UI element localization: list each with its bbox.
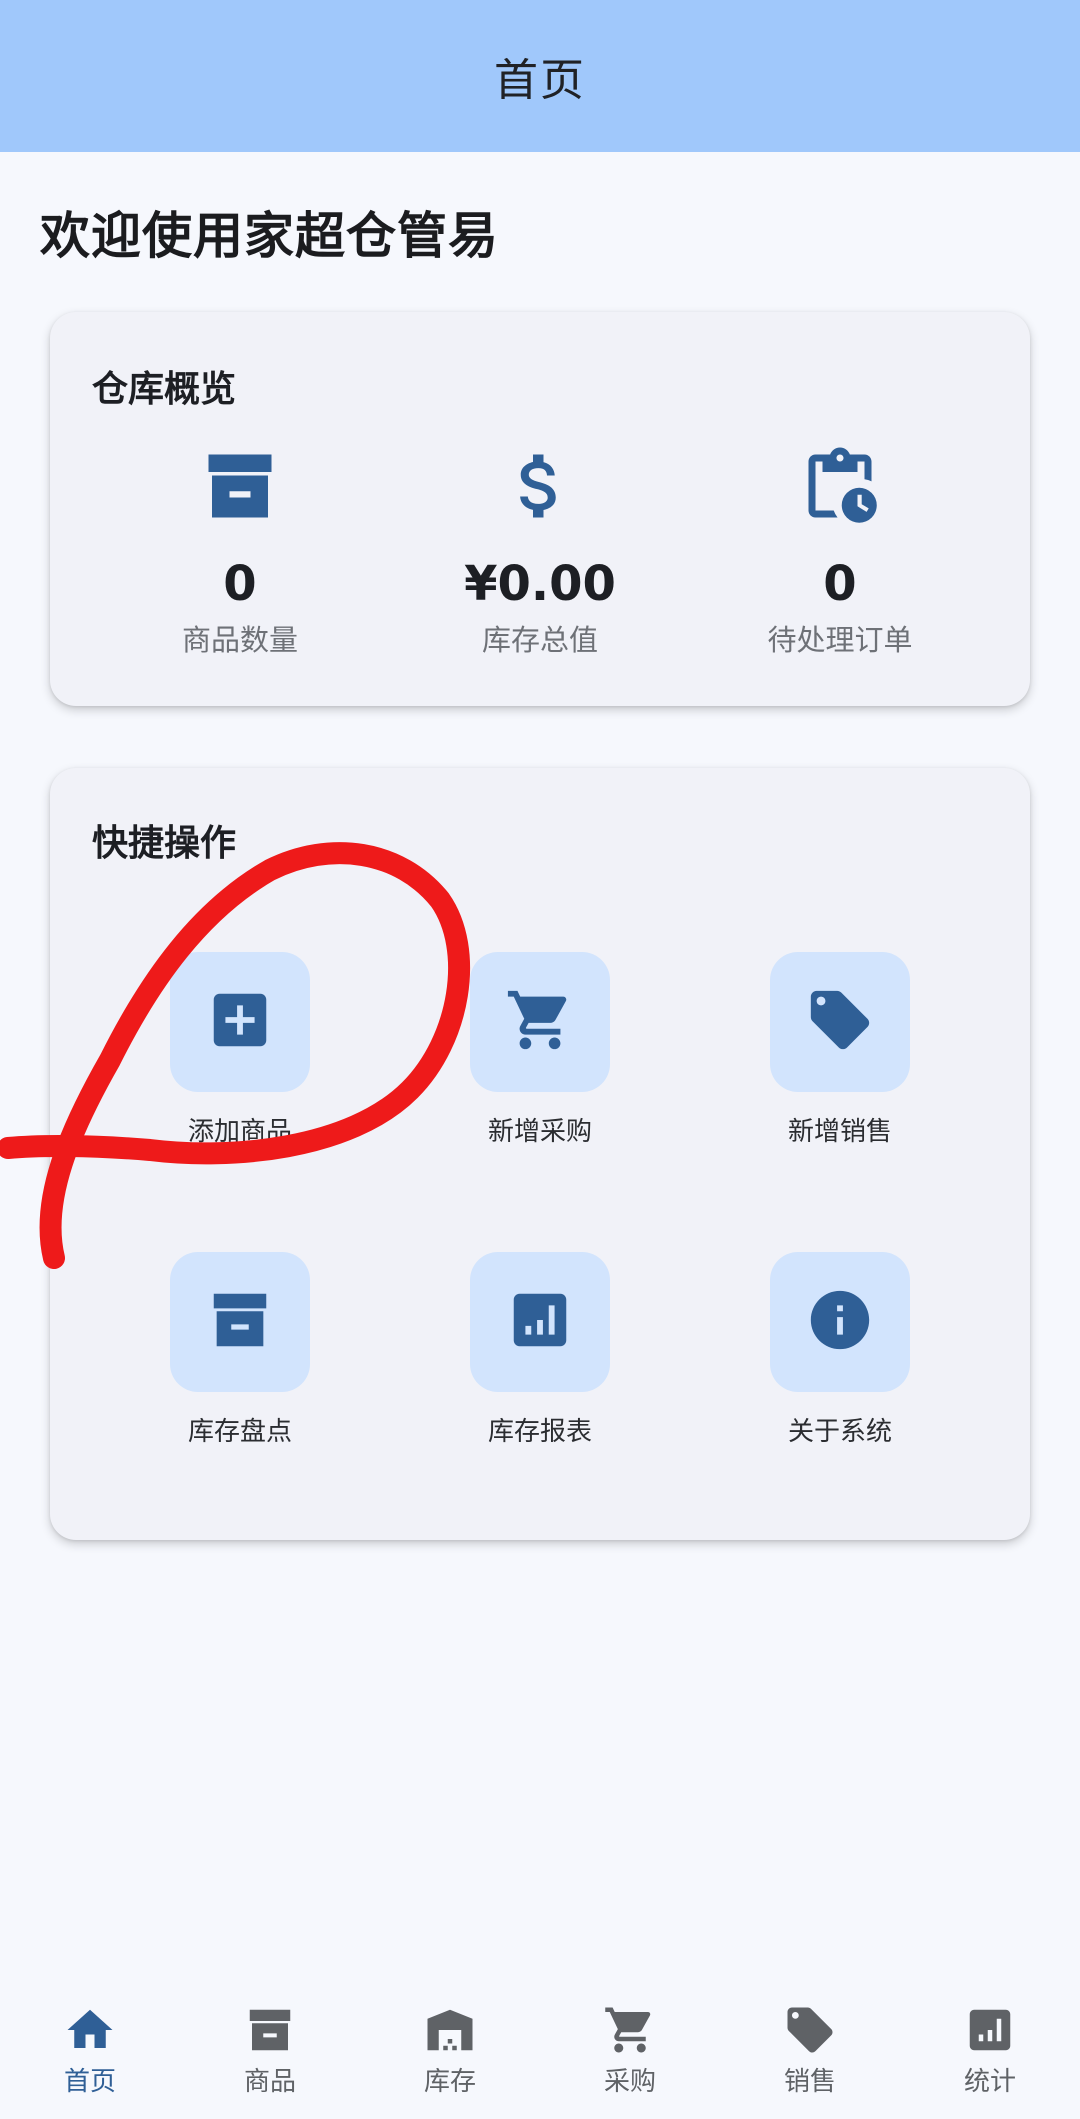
home-screen: 首页 欢迎使用家超仓管易 仓库概览 0 商品数量 ¥0.00 库存总值 0 待处… [0,0,1080,2119]
welcome-heading: 欢迎使用家超仓管易 [40,207,499,265]
inventory-box-icon [205,1285,275,1359]
bar-chart-icon [962,2002,1018,2058]
nav-label: 采购 [603,2067,656,2097]
action-tile[interactable] [170,1252,310,1392]
new-sale-button[interactable]: 新增销售 [690,952,990,1148]
bar-chart-icon [505,1285,575,1359]
nav-item-purchase[interactable]: 采购 [540,2002,720,2098]
action-label: 库存报表 [487,1417,592,1447]
action-tile[interactable] [470,952,610,1092]
overview-card: 仓库概览 0 商品数量 ¥0.00 库存总值 0 待处理订单 [50,312,1030,706]
shopping-cart-icon [602,2002,658,2058]
action-tile[interactable] [770,952,910,1092]
action-label: 新增采购 [487,1117,592,1147]
page-title: 首页 [494,55,586,106]
quick-actions-title: 快捷操作 [92,823,237,864]
action-label: 新增销售 [787,1117,892,1147]
nav-item-inventory[interactable]: 库存 [360,2002,540,2098]
stat-value: 0 [823,556,857,612]
stat-value: 0 [223,556,257,612]
add-box-icon [205,985,275,1059]
action-label: 库存盘点 [187,1417,292,1447]
action-tile[interactable] [170,952,310,1092]
nav-label: 统计 [963,2067,1016,2097]
inventory-report-button[interactable]: 库存报表 [390,1252,690,1448]
nav-label: 商品 [243,2067,296,2097]
action-label: 添加商品 [187,1117,292,1147]
quick-actions-card: 快捷操作 添加商品 新增采购 新增销售 库存盘点 库存报表 关于系统 [50,768,1030,1540]
warehouse-icon [422,2002,478,2058]
nav-item-products[interactable]: 商品 [180,2002,360,2098]
action-tile[interactable] [770,1252,910,1392]
tag-icon [782,2002,838,2058]
nav-label: 首页 [63,2067,116,2097]
nav-label: 库存 [423,2067,476,2097]
stat-label: 待处理订单 [767,623,913,657]
home-icon [62,2002,118,2058]
action-tile[interactable] [470,1252,610,1392]
nav-item-home[interactable]: 首页 [0,2002,180,2098]
inventory-box-icon [196,442,284,530]
nav-label: 销售 [783,2067,836,2097]
dollar-icon [496,442,584,530]
pending-clipboard-icon [796,442,884,530]
bottom-navigation: 首页 商品 库存 采购 销售 统计 [0,1980,1080,2119]
nav-item-sales[interactable]: 销售 [720,2002,900,2098]
overview-title: 仓库概览 [92,369,237,410]
about-system-button[interactable]: 关于系统 [690,1252,990,1448]
tag-icon [805,985,875,1059]
nav-item-statistics[interactable]: 统计 [900,2002,1080,2098]
action-label: 关于系统 [787,1417,892,1447]
stat-inventory-value: ¥0.00 库存总值 [390,442,690,658]
stat-product-count: 0 商品数量 [90,442,390,658]
stat-label: 商品数量 [181,623,298,657]
stock-take-button[interactable]: 库存盘点 [90,1252,390,1448]
stat-label: 库存总值 [481,623,598,657]
stat-value: ¥0.00 [464,556,616,612]
add-product-button[interactable]: 添加商品 [90,952,390,1148]
inventory-box-icon [242,2002,298,2058]
app-bar: 首页 [0,0,1080,152]
stat-pending-orders: 0 待处理订单 [690,442,990,658]
new-purchase-button[interactable]: 新增采购 [390,952,690,1148]
info-icon [805,1285,875,1359]
shopping-cart-icon [505,985,575,1059]
